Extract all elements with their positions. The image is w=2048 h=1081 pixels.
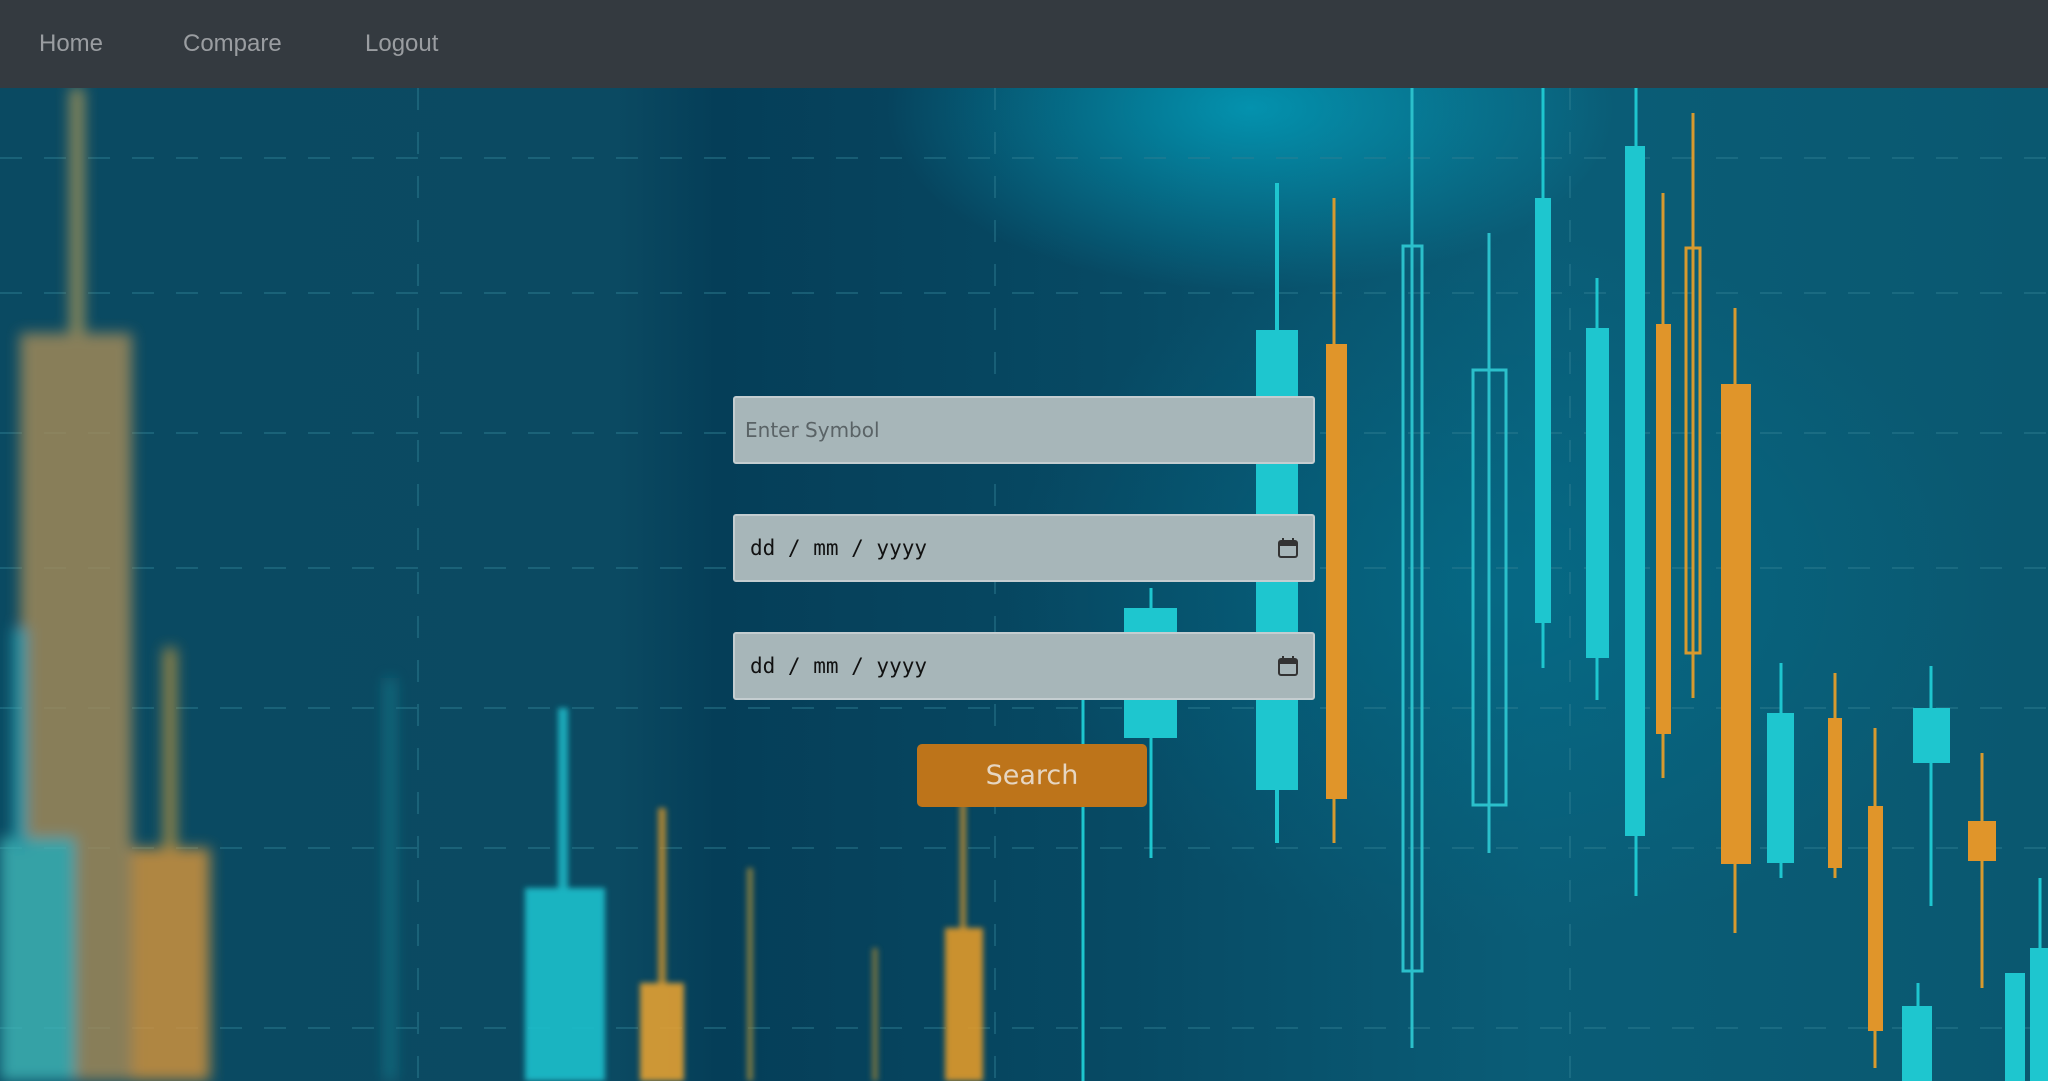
stock-search-form: dd / mm / yyyy dd / mm / yyyy Search xyxy=(0,0,2048,1081)
calendar-icon[interactable] xyxy=(1277,655,1299,677)
start-date-input[interactable]: dd / mm / yyyy xyxy=(733,514,1315,582)
nav-logout-link[interactable]: Logout xyxy=(365,0,438,88)
search-button[interactable]: Search xyxy=(917,744,1147,807)
calendar-icon[interactable] xyxy=(1277,537,1299,559)
end-date-input[interactable]: dd / mm / yyyy xyxy=(733,632,1315,700)
start-date-format: dd / mm / yyyy xyxy=(750,536,928,560)
top-navbar: Home Compare Logout xyxy=(0,0,2048,88)
nav-home-link[interactable]: Home xyxy=(39,0,103,88)
end-date-format: dd / mm / yyyy xyxy=(750,654,928,678)
symbol-input[interactable] xyxy=(733,396,1315,464)
nav-compare-link[interactable]: Compare xyxy=(183,0,282,88)
